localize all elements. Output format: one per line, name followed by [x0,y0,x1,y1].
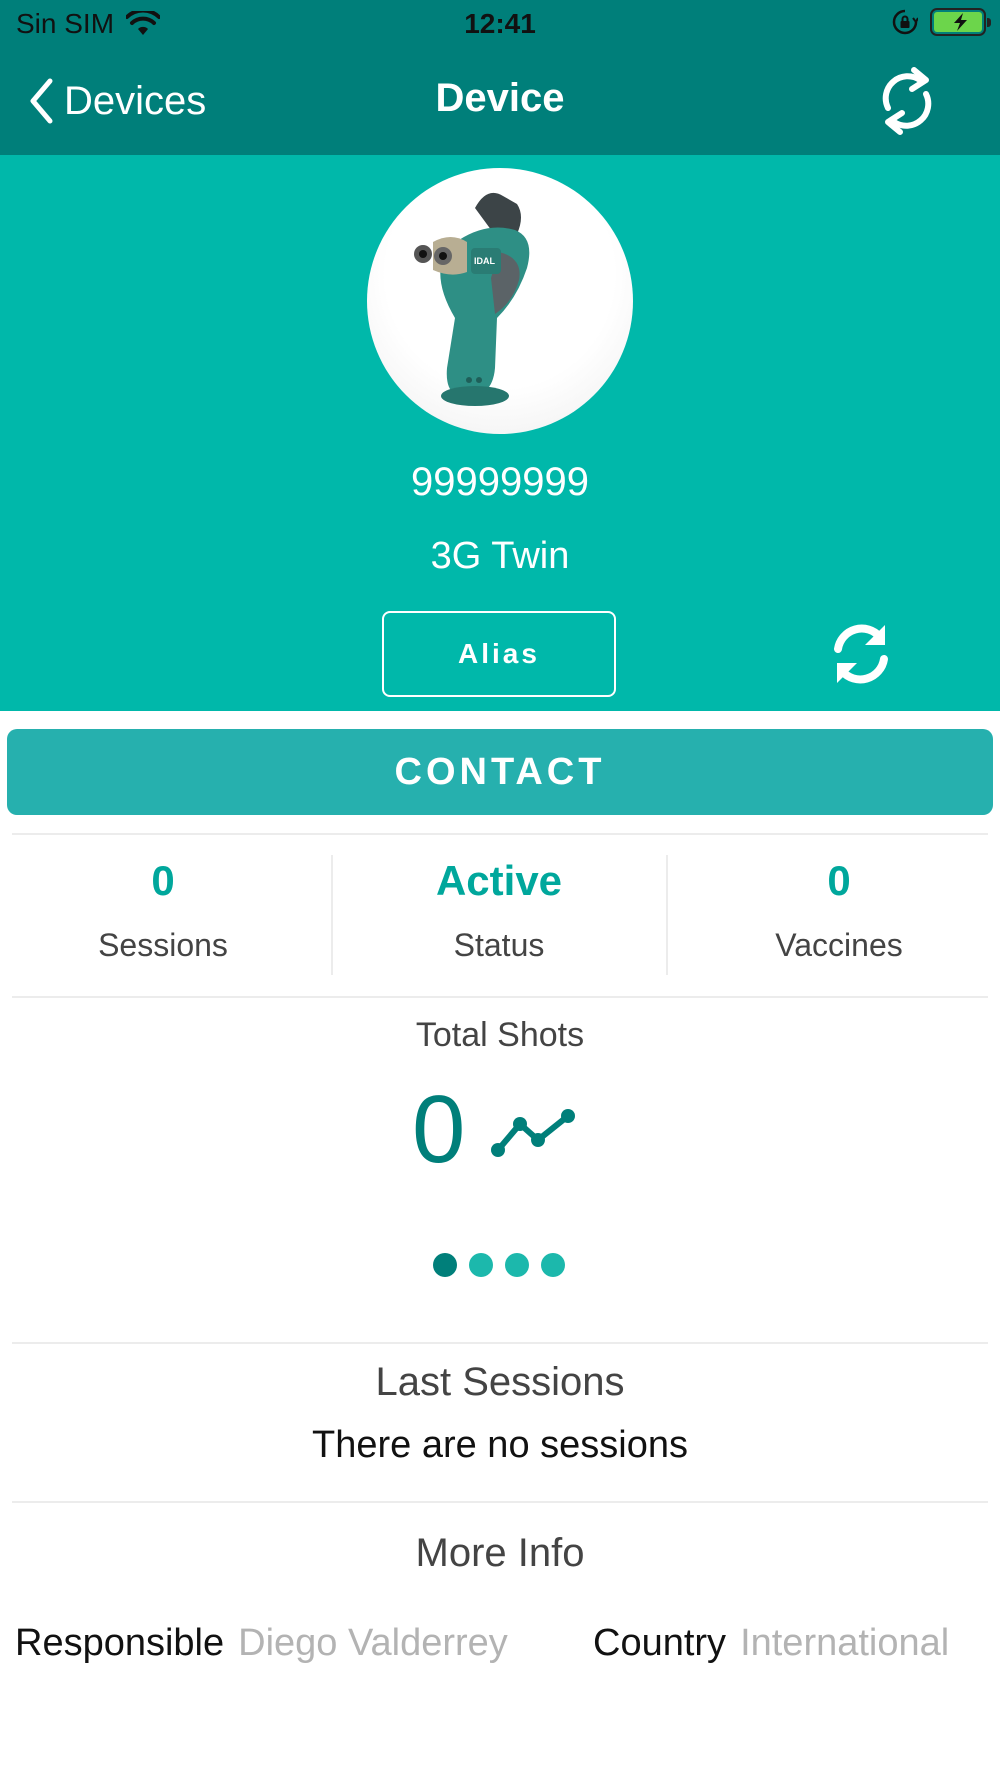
device-photo: IDAL [367,168,633,434]
divider [12,1501,988,1503]
status-value: Active [435,857,563,904]
vaccines-label: Vaccines [775,927,903,963]
vaccines-count: 0 [827,857,851,904]
page-dot-1[interactable] [433,1253,457,1277]
sessions-count: 0 [151,857,175,904]
battery-charging-icon [930,8,991,36]
page-dot-2[interactable] [469,1253,493,1277]
divider [12,996,988,998]
refresh-icon[interactable] [874,62,940,140]
stat-separator [666,855,668,975]
alias-button[interactable]: Alias [382,611,616,697]
divider [12,1342,988,1344]
device-serial: 99999999 [411,460,589,504]
status-time: 12:41 [464,8,536,39]
device-header: IDAL 99999999 3G Twin Alias [0,155,1000,711]
stat-vaccines[interactable]: 0 Vaccines [688,857,990,964]
country-value: International [740,1622,950,1664]
status-bar-right [892,8,991,36]
device-model: 3G Twin [430,535,570,577]
trend-line-icon[interactable] [488,1102,582,1162]
divider [12,833,988,835]
responsible-label: Responsible [15,1622,225,1664]
total-shots-value: 0 [412,1076,466,1183]
stat-separator [331,855,333,975]
responsible-value: Diego Valderrey [238,1622,508,1664]
stat-sessions[interactable]: 0 Sessions [12,857,314,964]
last-sessions-title: Last Sessions [375,1360,625,1404]
total-shots-title: Total Shots [415,1016,585,1054]
injector-device-image: IDAL [414,192,530,406]
top-bar: Sin SIM 12:41 Devices Device [0,0,1000,155]
sync-icon[interactable] [828,621,894,687]
country-label: Country [593,1622,727,1664]
country-row: Country International [593,1622,949,1665]
svg-text:IDAL: IDAL [474,256,495,266]
status-label: Status [453,927,545,963]
page-dot-3[interactable] [505,1253,529,1277]
responsible-row: Responsible Diego Valderrey [15,1622,508,1665]
page-indicator [433,1253,565,1277]
page-dot-4[interactable] [541,1253,565,1277]
orientation-lock-icon [892,9,918,35]
more-info-title: More Info [415,1531,585,1575]
sessions-label: Sessions [98,927,228,963]
stat-status: Active Status [334,857,664,964]
page-title: Device [435,76,565,120]
no-sessions-message: There are no sessions [312,1424,688,1466]
contact-button[interactable]: CONTACT [7,729,993,815]
